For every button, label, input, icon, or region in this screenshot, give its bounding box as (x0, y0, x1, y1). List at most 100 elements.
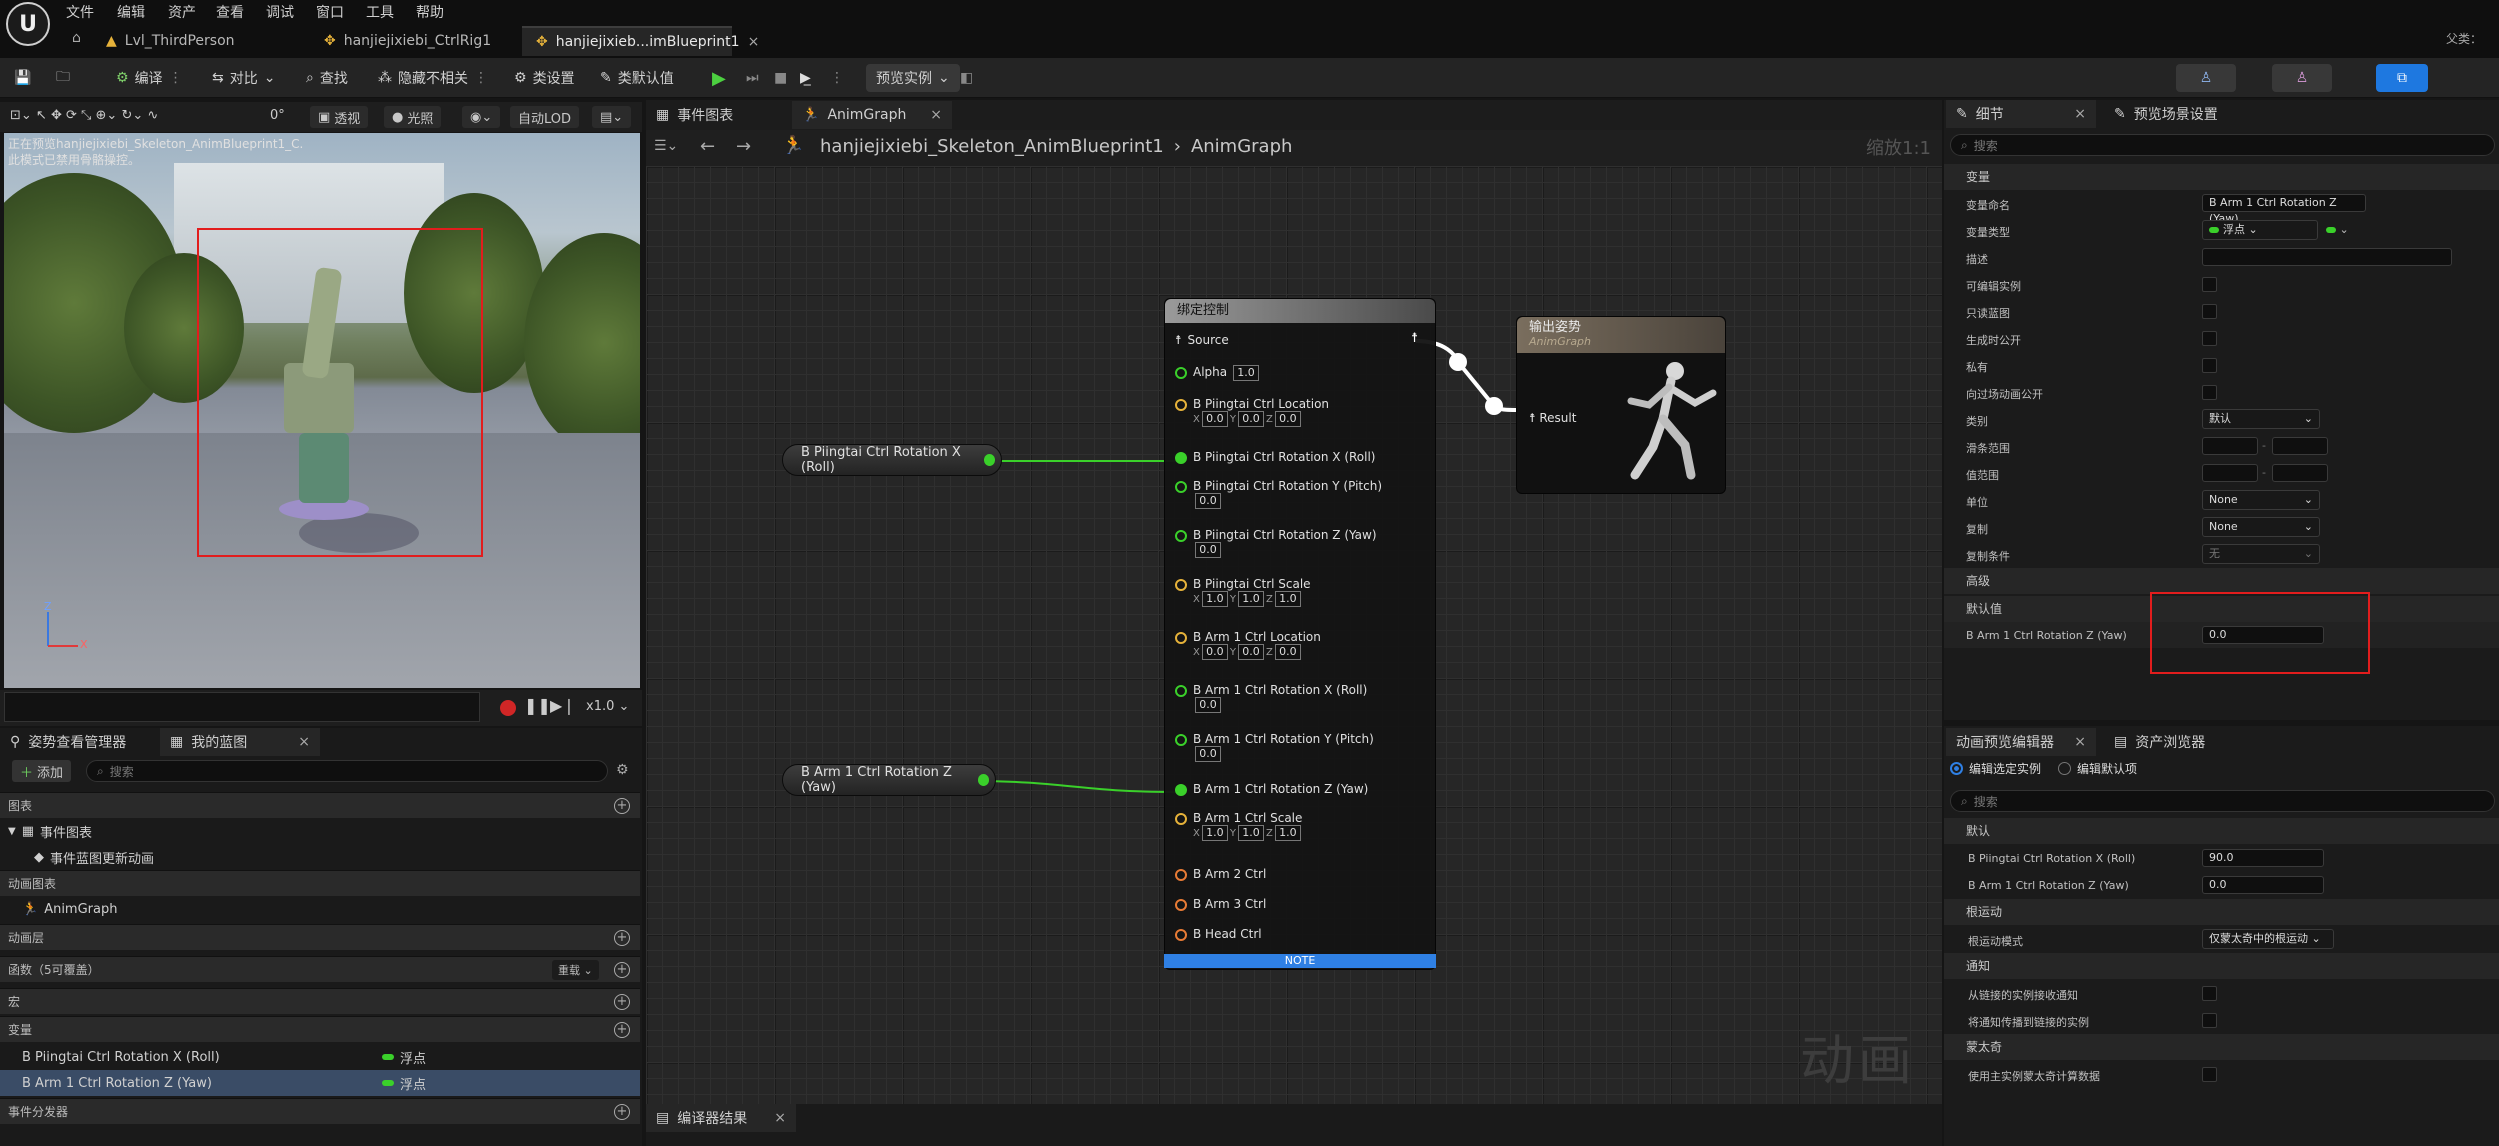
vector-x[interactable]: 1.0 (1201, 591, 1228, 607)
vector-y[interactable]: 1.0 (1237, 591, 1264, 607)
private-checkbox[interactable] (2202, 358, 2217, 373)
slider-max-input[interactable] (2272, 437, 2328, 455)
pin-arm1-scale[interactable]: B Arm 1 Ctrl Scale X 1.0 Y 1.0 Z 1.0 (1175, 811, 1303, 841)
add-graph-icon[interactable]: + (614, 798, 630, 814)
float-value[interactable]: 0.0 (1195, 746, 1221, 762)
variable-node-rotation-x[interactable]: B Piingtai Ctrl Rotation X (Roll) (782, 444, 1002, 476)
pin-piingtai-location[interactable]: B Piingtai Ctrl Location X 0.0 Y 0.0 Z 0.0 (1175, 397, 1329, 427)
pin-arm1-rotation-z[interactable]: B Arm 1 Ctrl Rotation Z (Yaw) (1175, 782, 1368, 796)
expose-cinematics-checkbox[interactable] (2202, 385, 2217, 400)
variable-row[interactable]: B Piingtai Ctrl Rotation X (Roll) 浮点 (0, 1044, 640, 1070)
doc-tab-level[interactable]: ▲ Lvl_ThirdPerson (92, 26, 292, 56)
transform-tools[interactable]: ⊡⌄ ↖ ✥ ⟳ ⤡ ⊕⌄ ↻⌄ ∿ (10, 108, 158, 123)
vector-z[interactable]: 1.0 (1274, 825, 1301, 841)
vector-x[interactable]: 0.0 (1201, 411, 1228, 427)
doc-tab-ctrlrig[interactable]: ✥ hanjiejixiebi_CtrlRig1 (310, 26, 520, 56)
pin-alpha[interactable]: Alpha 1.0 (1175, 365, 1261, 381)
tree-item-event-update[interactable]: ◆ 事件蓝图更新动画 (0, 844, 640, 870)
timeline-scrubber[interactable] (4, 692, 480, 722)
angle-snap[interactable]: 0° (270, 108, 285, 123)
close-icon[interactable]: × (774, 1110, 786, 1126)
var-type-dropdown[interactable]: 浮点 ⌄ (2202, 220, 2318, 240)
output-pose-node[interactable]: 输出姿势 AnimGraph ☨ Result (1516, 316, 1726, 494)
montage-checkbox[interactable] (2202, 1067, 2217, 1082)
category-dropdown[interactable]: 默认 ⌄ (2202, 409, 2320, 429)
menu-debug[interactable]: 调试 (266, 2, 294, 22)
section-preview-default[interactable]: 默认 (1944, 818, 2499, 844)
notify-propagate-checkbox[interactable] (2202, 1013, 2217, 1028)
root-mode-dropdown[interactable]: 仅蒙太奇中的根运动 ⌄ (2202, 929, 2334, 949)
radio-edit-instance[interactable]: 编辑选定实例 (1950, 760, 2041, 777)
details-search-input[interactable]: ⌕ 搜索 (1950, 134, 2495, 156)
tree-item-animgraph[interactable]: 🏃 AnimGraph (0, 896, 640, 922)
pin-arm3[interactable]: B Arm 3 Ctrl (1175, 897, 1266, 911)
add-function-icon[interactable]: + (614, 962, 630, 978)
menu-window[interactable]: 窗口 (316, 2, 344, 22)
record-icon[interactable] (500, 700, 516, 716)
slider-min-input[interactable] (2202, 437, 2258, 455)
close-icon[interactable]: × (930, 107, 942, 123)
add-button[interactable]: ＋添加 (12, 760, 72, 782)
replication-dropdown[interactable]: None ⌄ (2202, 517, 2320, 537)
play-speed-dropdown[interactable]: x1.0 ⌄ (586, 699, 629, 714)
pin-piingtai-rotation-y[interactable]: B Piingtai Ctrl Rotation Y (Pitch) 0.0 (1175, 479, 1382, 509)
skeleton-mode-button[interactable]: ♙ (2176, 64, 2236, 92)
float-value[interactable]: 0.0 (1195, 542, 1221, 558)
doc-tab-animbp[interactable]: ✥ hanjiejixieb...imBlueprint1 × (522, 26, 759, 56)
play-icon[interactable]: ▶ (712, 64, 726, 92)
add-macro-icon[interactable]: + (614, 994, 630, 1010)
class-defaults-button[interactable]: ✎ 类默认值 (600, 64, 674, 92)
var-name-input[interactable]: B Arm 1 Ctrl Rotation Z (Yaw) (2202, 194, 2366, 225)
menu-asset[interactable]: 资产 (168, 2, 196, 22)
pin-piingtai-rotation-x[interactable]: B Piingtai Ctrl Rotation X (Roll) (1175, 450, 1376, 464)
vector-z[interactable]: 1.0 (1274, 591, 1301, 607)
variable-node-rotation-z[interactable]: B Arm 1 Ctrl Rotation Z (Yaw) (782, 764, 996, 796)
float-value[interactable]: 0.0 (1195, 493, 1221, 509)
add-dispatcher-icon[interactable]: + (614, 1104, 630, 1120)
mesh-mode-button[interactable]: ♙ (2272, 64, 2332, 92)
section-variable[interactable]: 变量 (1944, 164, 2499, 190)
node-note-bar[interactable]: NOTE (1164, 954, 1436, 968)
tab-my-blueprint[interactable]: ▦ 我的蓝图 × (160, 728, 320, 756)
close-icon[interactable]: × (2074, 734, 2086, 750)
description-input[interactable] (2202, 248, 2452, 266)
graph-menu-icon[interactable]: ☰⌄ (654, 138, 678, 154)
debug-filter-icon[interactable]: ◧ (960, 64, 973, 92)
vector-y[interactable]: 0.0 (1237, 411, 1264, 427)
section-functions[interactable]: 函数（5可覆盖） 重载 ⌄ + (0, 956, 640, 982)
tab-preview-scene[interactable]: ✎ 预览场景设置 (2104, 100, 2228, 128)
section-macros[interactable]: 宏 + (0, 988, 640, 1014)
add-layer-icon[interactable]: + (614, 930, 630, 946)
section-dispatchers[interactable]: 事件分发器 + (0, 1098, 640, 1124)
show-dropdown[interactable]: ◉⌄ (462, 106, 501, 128)
find-button[interactable]: ⌕ 查找 (306, 64, 348, 92)
stop-icon[interactable]: ■ (774, 64, 787, 92)
breadcrumb-root[interactable]: hanjiejixiebi_Skeleton_AnimBlueprint1 (820, 136, 1164, 157)
expose-spawn-checkbox[interactable] (2202, 331, 2217, 346)
output-pin[interactable] (983, 454, 995, 466)
breadcrumb-leaf[interactable]: AnimGraph (1191, 136, 1292, 157)
radio-edit-defaults[interactable]: 编辑默认项 (2058, 760, 2137, 777)
alpha-value[interactable]: 1.0 (1232, 365, 1259, 381)
variable-row-selected[interactable]: B Arm 1 Ctrl Rotation Z (Yaw) 浮点 (0, 1070, 640, 1096)
section-anim-graphs[interactable]: 动画图表 (0, 870, 640, 896)
menu-file[interactable]: 文件 (66, 2, 94, 22)
pin-arm2[interactable]: B Arm 2 Ctrl (1175, 867, 1266, 881)
section-root-motion[interactable]: 根运动 (1944, 899, 2499, 925)
vector-y[interactable]: 0.0 (1237, 644, 1264, 660)
search-input[interactable]: ⌕ 搜索 (86, 760, 608, 782)
home-icon[interactable]: ⌂ (72, 30, 81, 46)
tab-animgraph[interactable]: 🏃 AnimGraph × (792, 101, 952, 129)
pin-result[interactable]: ☨ Result (1529, 411, 1576, 425)
tree-item-event-graph[interactable]: ▼ ▦ 事件图表 (0, 818, 640, 844)
gear-icon[interactable]: ⚙ (616, 762, 629, 778)
instance-editable-checkbox[interactable] (2202, 277, 2217, 292)
close-icon[interactable]: × (2074, 106, 2086, 122)
vector-x[interactable]: 0.0 (1201, 644, 1228, 660)
pin-piingtai-scale[interactable]: B Piingtai Ctrl Scale X 1.0 Y 1.0 Z 1.0 (1175, 577, 1311, 607)
control-rig-node[interactable]: 绑定控制 ☨ Source ☨ Alpha 1.0 B Piingtai Ctrl… (1164, 298, 1436, 970)
save-icon[interactable]: 💾 (14, 64, 31, 92)
vector-z[interactable]: 0.0 (1274, 644, 1301, 660)
vector-x[interactable]: 1.0 (1201, 825, 1228, 841)
back-icon[interactable]: ← (700, 136, 715, 157)
